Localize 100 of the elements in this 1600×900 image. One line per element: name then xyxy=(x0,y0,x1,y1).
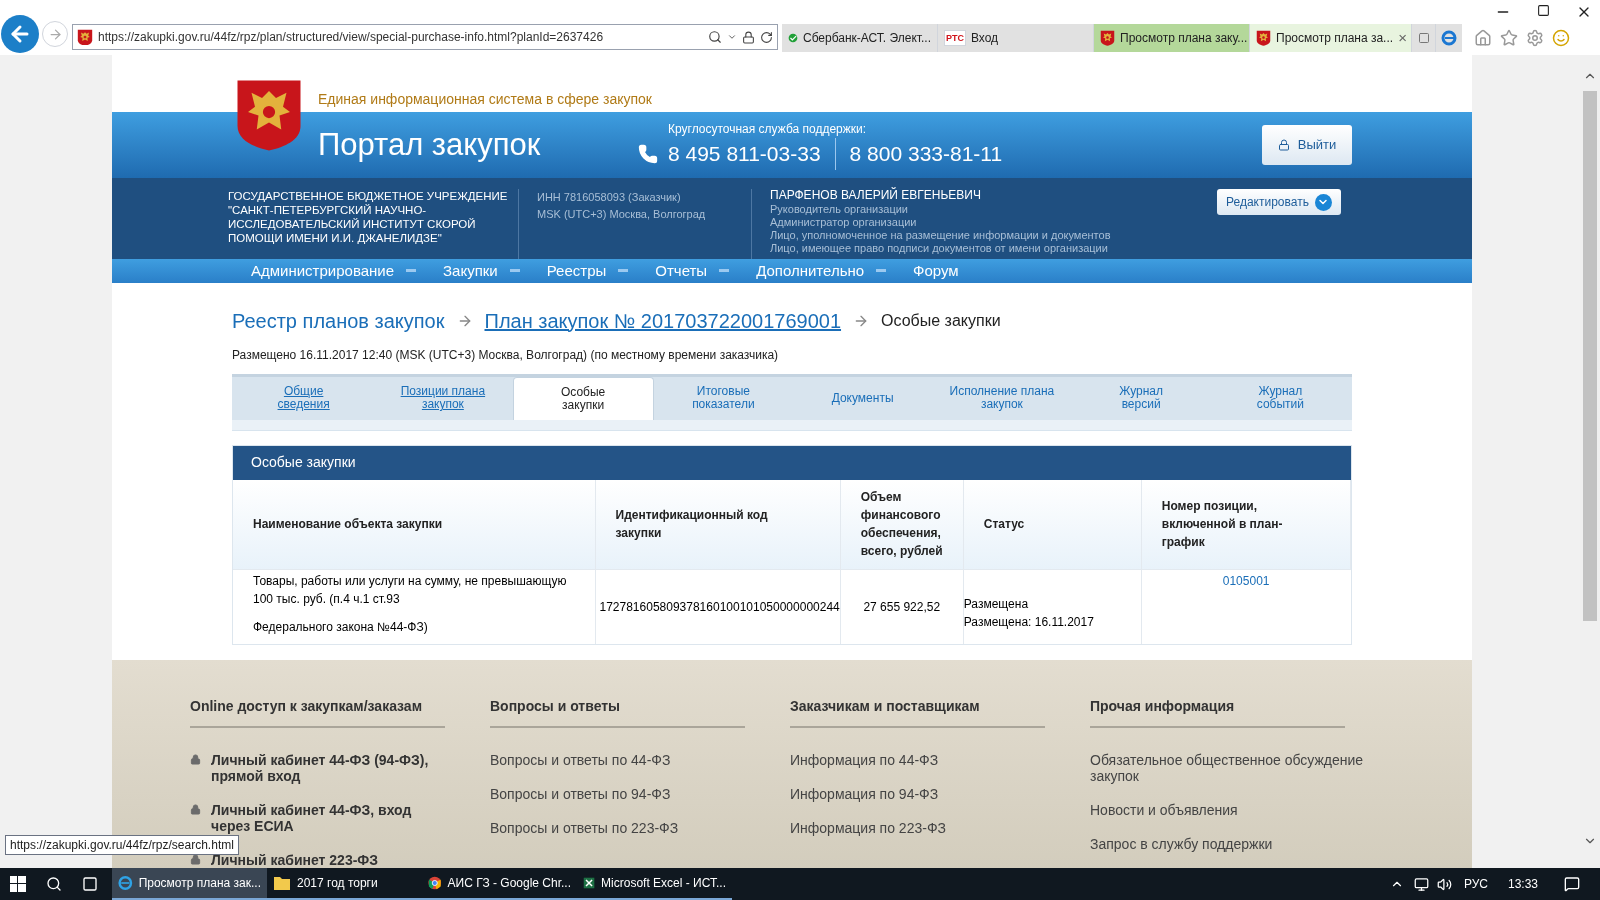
status-url: https://zakupki.gov.ru/44fz/rpz/search.html xyxy=(5,835,239,855)
nav-menu-item[interactable]: Дополнительно xyxy=(756,259,887,282)
breadcrumb-link[interactable]: План закупок № 201703722001769001 xyxy=(484,305,842,336)
browser-tab[interactable]: РТС Вход xyxy=(938,24,1094,52)
lock-icon xyxy=(190,754,201,765)
page-tab[interactable]: Документы xyxy=(793,376,933,420)
taskbar-app[interactable]: АИС ГЗ - Google Chr... xyxy=(422,868,577,900)
posted-date: Размещено 16.11.2017 12:40 (MSK (UTC+3) Москва, Волгоград) (по местному времени заказчика) xyxy=(232,346,780,364)
footer-link[interactable]: Новости и объявления xyxy=(1090,802,1365,818)
tab-title: Просмотр плана заку... xyxy=(1120,30,1248,47)
breadcrumb-link[interactable]: Реестр планов закупок xyxy=(232,305,445,336)
footer-link[interactable]: Вопросы и ответы по 94-ФЗ xyxy=(490,786,745,802)
dropdown-icon[interactable] xyxy=(727,32,737,42)
browser-icon xyxy=(118,874,133,892)
column-header: Объем финансового обеспечения, всего, рублей xyxy=(840,479,964,570)
footer-heading: Прочая информация xyxy=(1090,696,1345,728)
footer-link[interactable]: Информация по 94-ФЗ xyxy=(790,786,1045,802)
clock[interactable]: 13:33 xyxy=(1507,875,1538,893)
emblem-icon xyxy=(1100,30,1115,46)
spreadsheet-icon xyxy=(583,875,596,891)
panel-header: Особые закупки xyxy=(233,445,1351,480)
footer-link[interactable]: Информация по 223-ФЗ xyxy=(790,820,1045,836)
notifications-icon[interactable] xyxy=(1564,876,1580,892)
emblem-icon xyxy=(77,28,93,46)
page-tab[interactable]: Исполнение плана закупок xyxy=(932,376,1072,420)
close-tab-button[interactable]: × xyxy=(1398,26,1407,50)
timezone-text: MSK (UTC+3) Москва, Волгоград xyxy=(537,206,707,222)
position-link[interactable]: 0105001 xyxy=(1222,574,1270,588)
new-tab-button[interactable] xyxy=(1412,24,1436,52)
phone-icon xyxy=(638,144,658,164)
nav-menu-item[interactable]: Закупки xyxy=(443,259,520,282)
taskbar-app[interactable]: 2017 год торги xyxy=(267,868,422,900)
nav-menu-item[interactable]: Реестры xyxy=(546,259,629,282)
browser-tab[interactable]: Сбербанк-АСТ. Элект... xyxy=(782,24,938,52)
edit-button[interactable]: Редактировать xyxy=(1217,189,1341,215)
tab-title: Сбербанк-АСТ. Элект... xyxy=(802,30,931,47)
user-role: Лицо, уполномоченное на размещение информации и документов xyxy=(770,229,1112,242)
breadcrumb-current: Особые закупки xyxy=(881,310,1001,331)
favorites-icon[interactable] xyxy=(1500,29,1518,47)
footer-link[interactable]: Личный кабинет 44-ФЗ (94-ФЗ), прямой вход xyxy=(211,752,445,784)
footer-link[interactable]: Личный кабинет 223-ФЗ xyxy=(211,852,445,868)
footer-link[interactable]: Личный кабинет 44-ФЗ, вход через ЕСИА xyxy=(211,802,445,834)
taskbar-app[interactable]: Просмотр плана зак... xyxy=(112,868,267,900)
user-name: ПАРФЕНОВ ВАЛЕРИЙ ЕВГЕНЬЕВИЧ xyxy=(770,189,982,202)
refresh-icon[interactable] xyxy=(760,30,773,44)
page-tab[interactable]: Особые закупки xyxy=(512,376,654,420)
language-indicator[interactable]: РУС xyxy=(1463,875,1488,893)
site-subtitle: Единая информационная система в сфере закупок xyxy=(318,90,652,109)
nav-menu-item[interactable]: Отчеты xyxy=(655,259,730,282)
browser-logo-icon xyxy=(1441,30,1457,46)
chrome-icon xyxy=(428,875,442,891)
page-tab[interactable]: Итоговые показатели xyxy=(653,376,793,420)
page-tab[interactable]: Журнал версий xyxy=(1071,376,1211,420)
column-header: Идентификационный код закупки xyxy=(595,479,841,570)
address-bar[interactable]: https://zakupki.gov.ru/44fz/rpz/plan/structured/view/special-purchase-info.html?planId=2637426 xyxy=(72,24,778,50)
nav-menu-item[interactable]: Администрирование xyxy=(251,259,417,282)
table-cell: 27 655 922,52 xyxy=(840,569,964,644)
column-header: Наименование объекта закупки xyxy=(233,479,595,570)
page-tab[interactable]: Позиции плана закупок xyxy=(373,376,513,420)
page-tab[interactable]: Журнал событий xyxy=(1210,376,1350,420)
table-cell: Товары, работы или услуги на сумму, не превышающую 100 тыс. руб. (п.4 ч.1 ст.93 Федерального закона №44-ФЗ) xyxy=(233,569,595,644)
column-header: Номер позиции, включенной в план-график xyxy=(1141,479,1351,570)
table-cell: 172781605809378160100101050000000244 xyxy=(595,569,841,644)
footer-link[interactable]: Информация по 44-ФЗ xyxy=(790,752,1045,768)
page-tab[interactable]: Общие сведения xyxy=(234,376,374,420)
taskbar-app[interactable]: Microsoft Excel - ИСТ... xyxy=(577,868,732,900)
new-tab-icon xyxy=(1417,32,1430,44)
footer-link[interactable]: Вопросы и ответы по 44-ФЗ xyxy=(490,752,745,768)
user-role: Лицо, имеющее право подписи документов от имени организации xyxy=(770,242,1109,255)
edge-button[interactable] xyxy=(1436,24,1462,52)
home-icon[interactable] xyxy=(1474,29,1492,47)
phone-number: 8 495 811-03-33 xyxy=(668,141,822,168)
lock-icon xyxy=(190,804,201,815)
search-icon[interactable] xyxy=(46,876,62,892)
tab-title: Просмотр плана за... xyxy=(1276,30,1394,47)
lock-icon xyxy=(742,30,755,44)
lock-icon xyxy=(1277,139,1290,151)
search-icon[interactable] xyxy=(708,30,722,44)
settings-icon[interactable] xyxy=(1526,29,1544,47)
portal-title: Портал закупок xyxy=(318,125,542,164)
restore-icon[interactable] xyxy=(1537,4,1550,17)
emblem-icon xyxy=(1256,30,1271,46)
organization-name: ГОСУДАРСТВЕННОЕ БЮДЖЕТНОЕ УЧРЕЖДЕНИЕ "САНКТ-ПЕТЕРБУРГСКИЙ НАУЧНО- ИССЛЕДОВАТЕЛЬСКИЙ ИНСТИТУТ СКОРОЙ ПОМОЩИ ИМЕНИ И.И. ДЖАНЕЛИДЗЕ" xyxy=(228,189,509,246)
network-icon[interactable] xyxy=(1413,876,1429,892)
lock-icon xyxy=(190,854,201,865)
browser-tab[interactable]: Просмотр плана за... × xyxy=(1250,24,1412,52)
footer-link[interactable]: Обязательное общественное обсуждение закупок xyxy=(1090,752,1365,784)
address-text: https://zakupki.gov.ru/44fz/rpz/plan/structured/view/special-purchase-info.html?planId=2637426 xyxy=(98,29,605,46)
nav-menu-item[interactable]: Форум xyxy=(913,259,959,282)
back-button[interactable] xyxy=(1,15,39,53)
task-view-icon[interactable] xyxy=(82,876,98,892)
user-role: Администратор организации xyxy=(770,216,918,229)
logout-button[interactable]: Выйти xyxy=(1262,125,1352,165)
support-label: Круглосуточная служба поддержки: xyxy=(668,121,868,139)
browser-tab[interactable]: Просмотр плана заку... xyxy=(1094,24,1250,52)
volume-icon[interactable] xyxy=(1436,876,1452,892)
footer-link[interactable]: Запрос в службу поддержки xyxy=(1090,836,1365,852)
column-header: Статус xyxy=(963,479,1142,570)
windows-icon[interactable] xyxy=(10,876,26,892)
footer-link[interactable]: Вопросы и ответы по 223-ФЗ xyxy=(490,820,745,836)
